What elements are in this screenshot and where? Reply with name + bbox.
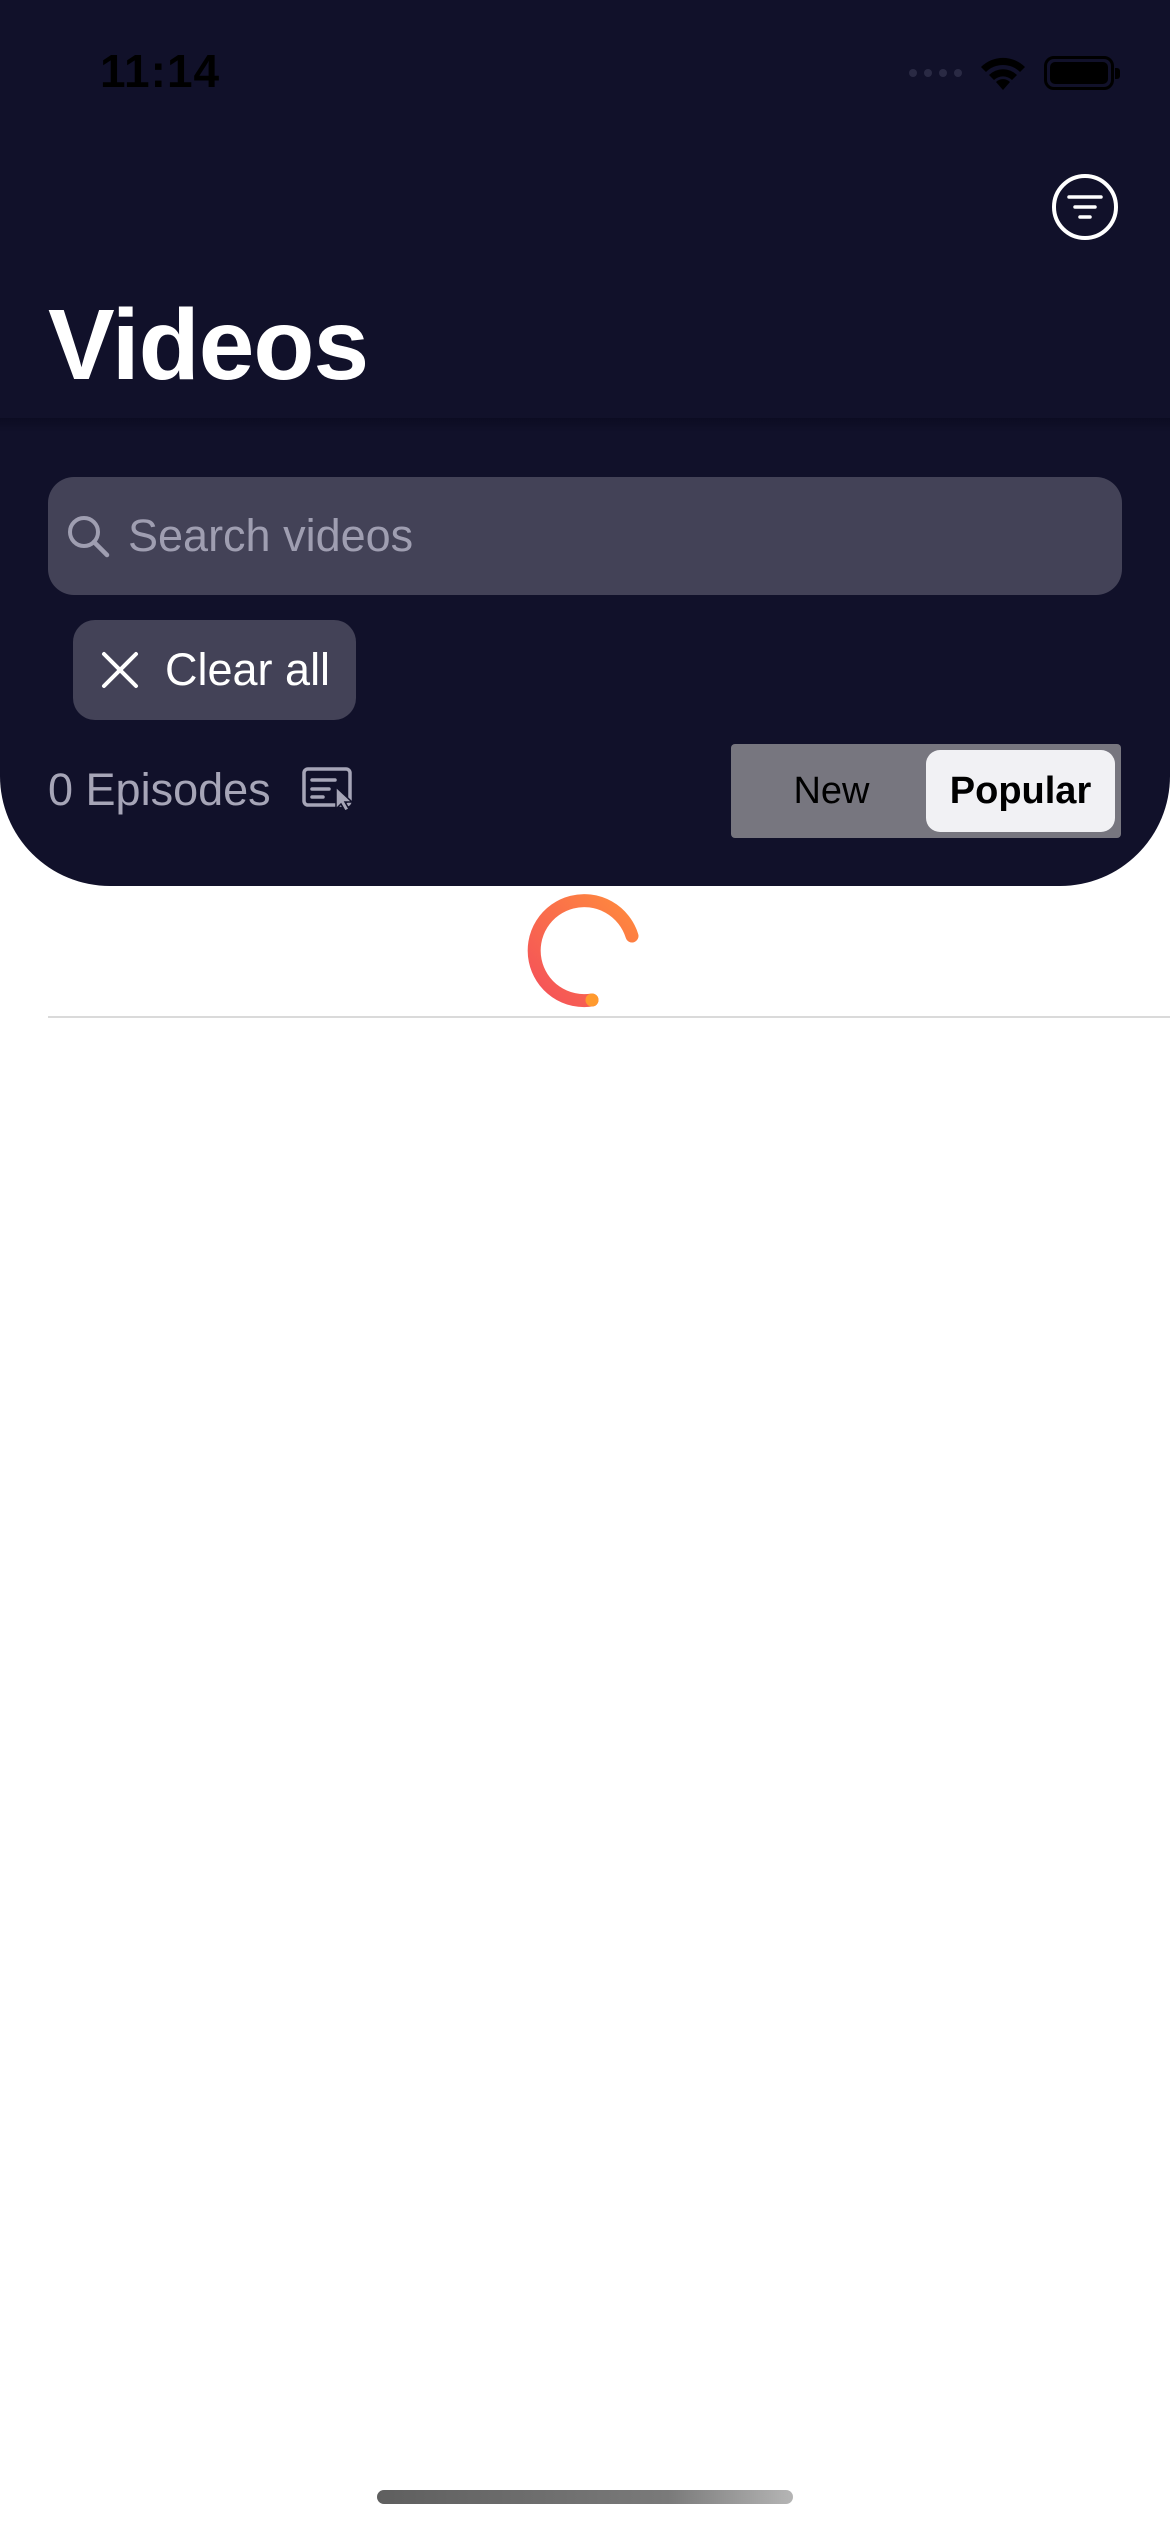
signal-icon [909, 69, 962, 77]
episodes-count: 0 Episodes [48, 764, 271, 815]
page-title: Videos [48, 289, 369, 401]
search-input[interactable]: Search videos [48, 477, 1122, 595]
wifi-icon [978, 54, 1028, 92]
battery-icon [1044, 56, 1120, 90]
sort-option-popular[interactable]: Popular [926, 750, 1115, 832]
loading-spinner-icon [524, 893, 644, 1013]
search-placeholder: Search videos [128, 510, 414, 561]
sort-option-new[interactable]: New [737, 750, 926, 832]
list-divider [48, 1016, 1170, 1018]
header-divider [0, 418, 1170, 432]
clear-all-button[interactable]: Clear all [73, 620, 356, 720]
videos-screen: 11:14 Videos Search videos Clear all 0 E… [0, 0, 1170, 2532]
list-select-icon[interactable] [301, 765, 355, 816]
search-icon [62, 510, 114, 562]
home-indicator[interactable] [377, 2490, 793, 2504]
status-icons [909, 48, 1120, 98]
status-time: 11:14 [100, 45, 221, 97]
filter-lines-icon [1067, 195, 1103, 219]
episodes-row: 0 Episodes [48, 762, 355, 818]
header: 11:14 Videos Search videos Clear all 0 E… [0, 0, 1170, 886]
clear-all-label: Clear all [165, 644, 331, 695]
close-icon [102, 652, 138, 688]
sort-segmented-control: New Popular [731, 744, 1121, 838]
filter-button[interactable] [1052, 174, 1118, 240]
